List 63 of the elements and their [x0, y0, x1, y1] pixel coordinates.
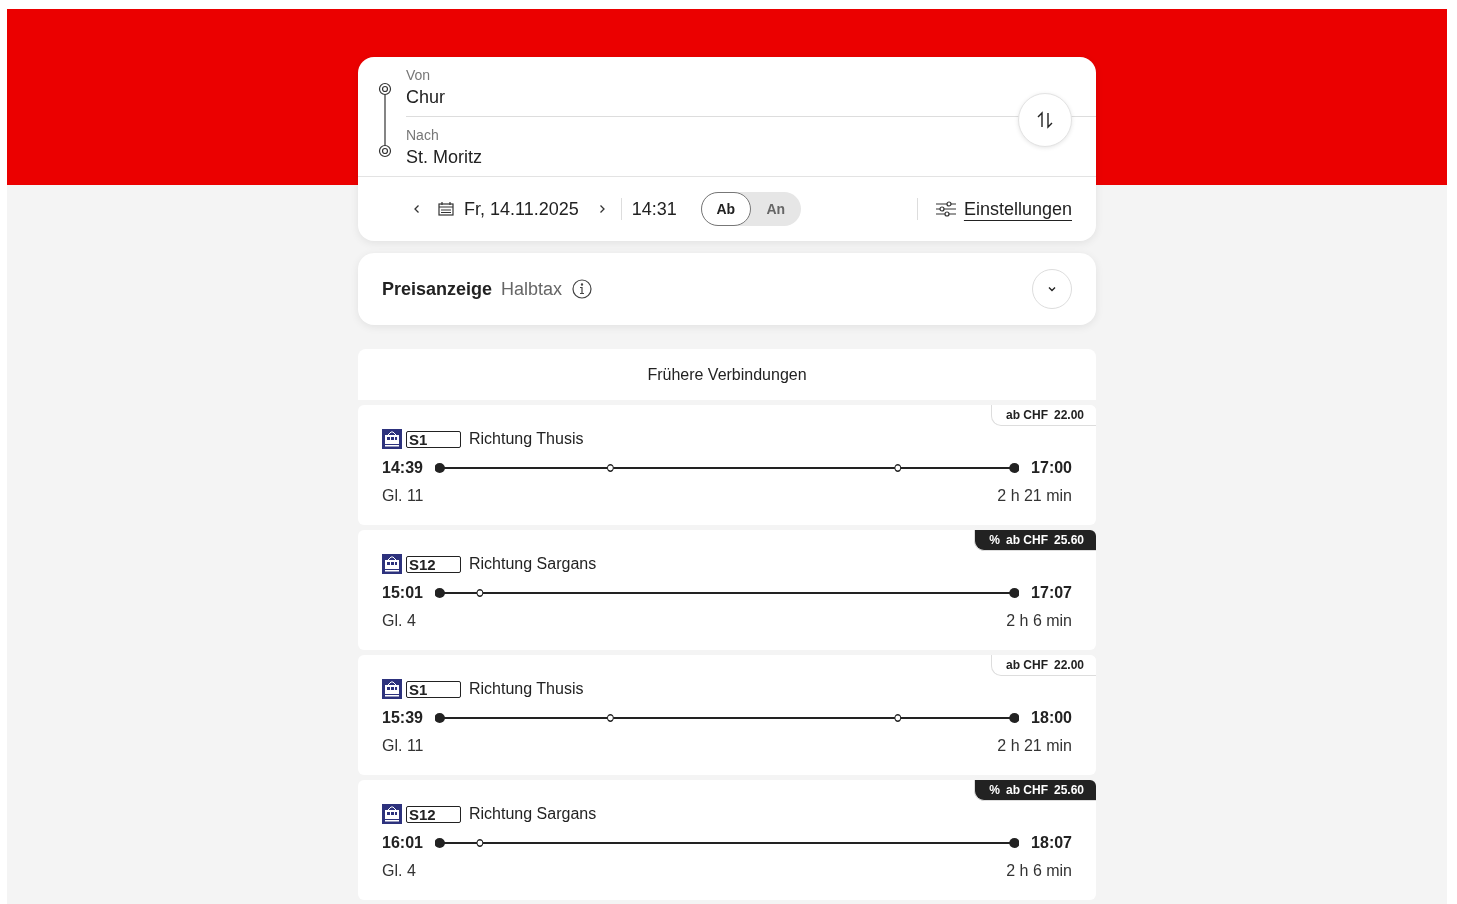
- arrival-time: 18:07: [1031, 834, 1072, 852]
- direction-text: Richtung Sargans: [469, 555, 597, 573]
- line-number: S1: [406, 430, 461, 448]
- duration-text: 2 h 6 min: [1006, 612, 1072, 630]
- info-icon[interactable]: [572, 279, 593, 299]
- line-number: S12: [406, 555, 461, 573]
- mode-option[interactable]: An: [750, 192, 801, 226]
- direction-text: Richtung Thusis: [469, 430, 584, 448]
- duration-text: 2 h 21 min: [997, 737, 1072, 755]
- duration-text: 2 h 6 min: [1006, 862, 1072, 880]
- price-label: ab CHF: [1005, 408, 1048, 422]
- from-value: Chur: [406, 87, 445, 108]
- duration-text: 2 h 21 min: [997, 487, 1072, 505]
- connection-card[interactable]: ab CHF 22.00 S1 Richtung Thusis 14:39 17:00 Gl. 11 2 h 21 min: [358, 405, 1096, 525]
- price-display-value: Halbtax: [501, 278, 563, 300]
- connection-card[interactable]: % ab CHF 25.60 S12 Richtung Sargans 16:01 18:07 Gl. 4 2 h 6 min: [358, 780, 1096, 900]
- direction-text: Richtung Sargans: [469, 805, 597, 823]
- departure-time: 15:39: [382, 709, 423, 727]
- swap-icon: [1035, 110, 1055, 130]
- platform-text: Gl. 4: [382, 612, 416, 630]
- swap-button[interactable]: [1018, 93, 1072, 147]
- departure-time: 15:01: [382, 584, 423, 602]
- price-amount: 25.60: [1053, 533, 1084, 547]
- connection-card[interactable]: % ab CHF 25.60 S12 Richtung Sargans 15:01 17:07 Gl. 4 2 h 6 min: [358, 530, 1096, 650]
- discount-symbol: %: [989, 533, 1000, 547]
- platform-text: Gl. 11: [382, 737, 424, 755]
- to-label: Nach: [406, 127, 439, 143]
- discount-symbol: %: [989, 783, 1000, 797]
- train-icon: [382, 429, 402, 449]
- date-text[interactable]: Fr, 14.11.2025: [464, 198, 579, 220]
- settings-icon: [935, 201, 956, 217]
- connection-card[interactable]: ab CHF 22.00 S1 Richtung Thusis 15:39 18:00 Gl. 11 2 h 21 min: [358, 655, 1096, 775]
- departure-time: 14:39: [382, 459, 423, 477]
- chevron-down-icon: [1047, 284, 1057, 294]
- time-text[interactable]: 14:31: [631, 198, 677, 220]
- price-display-title: Preisanzeige: [382, 278, 493, 300]
- mode-option[interactable]: Ab: [700, 192, 751, 226]
- platform-text: Gl. 4: [382, 862, 416, 880]
- to-value: St. Moritz: [406, 147, 482, 168]
- arrival-time: 17:07: [1031, 584, 1072, 602]
- chevron-left-icon: [412, 204, 422, 214]
- price-label: ab CHF: [1005, 533, 1048, 547]
- train-icon: [382, 679, 402, 699]
- calendar-icon: [438, 202, 454, 216]
- price-label: ab CHF: [1005, 783, 1048, 797]
- price-amount: 22.00: [1053, 408, 1084, 422]
- earlier-connections-button[interactable]: Frühere Verbindungen: [358, 349, 1096, 400]
- platform-text: Gl. 11: [382, 487, 424, 505]
- train-icon: [382, 554, 402, 574]
- arrival-time: 18:00: [1031, 709, 1072, 727]
- line-number: S12: [406, 805, 461, 823]
- from-label: Von: [406, 67, 431, 83]
- price-amount: 22.00: [1053, 658, 1084, 672]
- to-field[interactable]: Nach St. Moritz: [406, 117, 1096, 176]
- line-number: S1: [406, 680, 461, 698]
- direction-text: Richtung Thusis: [469, 680, 584, 698]
- train-icon: [382, 804, 402, 824]
- price-label: ab CHF: [1005, 658, 1048, 672]
- settings-link[interactable]: Einstellungen: [963, 198, 1072, 220]
- arrival-time: 17:00: [1031, 459, 1072, 477]
- price-amount: 25.60: [1053, 783, 1084, 797]
- departure-time: 16:01: [382, 834, 423, 852]
- route-icon: [378, 82, 392, 158]
